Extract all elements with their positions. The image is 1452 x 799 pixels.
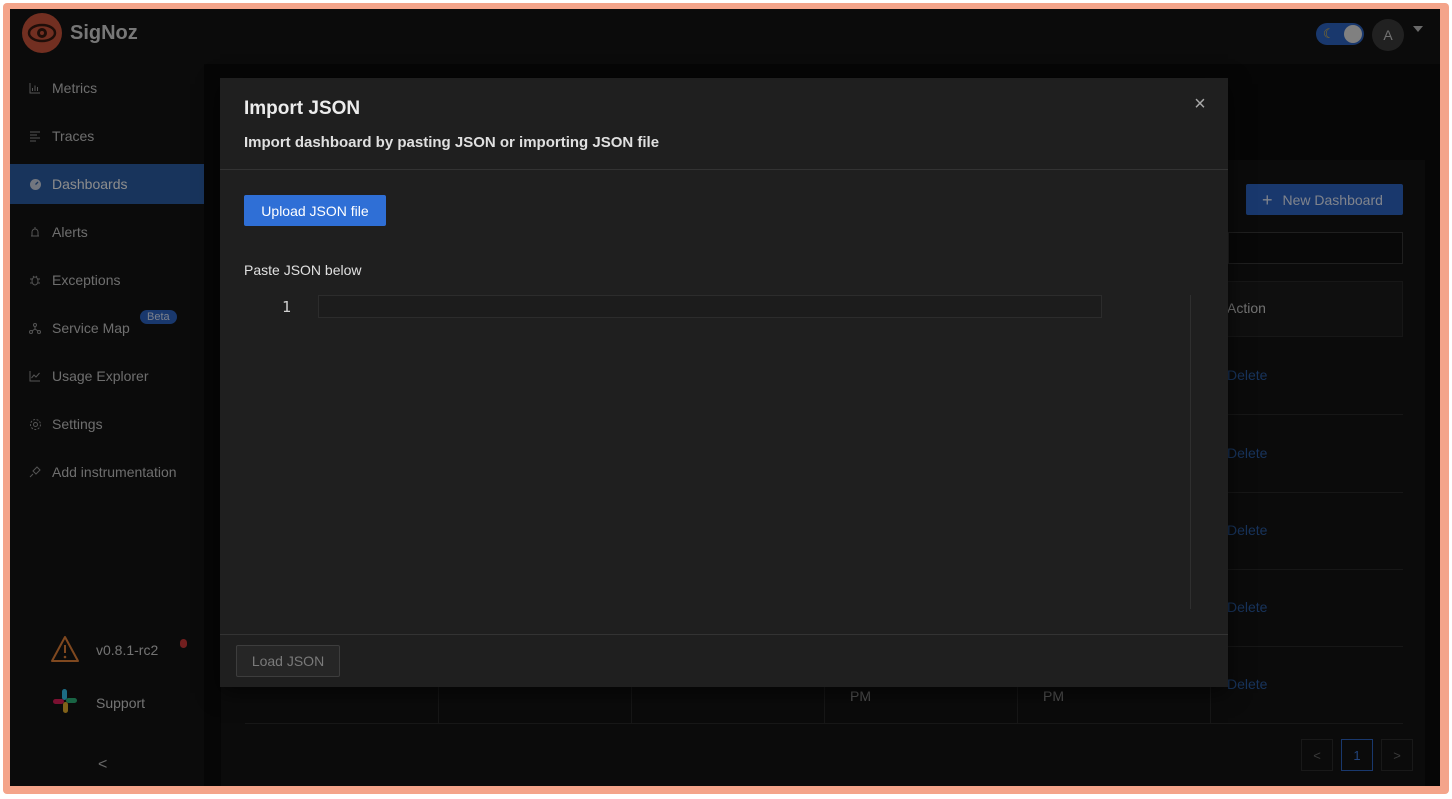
upload-json-button[interactable]: Upload JSON file [244,195,386,226]
paste-json-label: Paste JSON below [244,262,362,278]
modal-title: Import JSON [244,98,361,119]
modal-subtitle: Import dashboard by pasting JSON or impo… [244,134,660,151]
app-window: SigNoz ☾ A Metrics Traces Dashboards Ale… [10,9,1440,786]
editor-scrollbar[interactable] [1190,295,1191,609]
header-divider [220,169,1228,170]
close-icon[interactable]: × [1190,93,1210,115]
import-json-modal: Import JSON Import dashboard by pasting … [220,78,1228,687]
current-line-highlight [318,295,1102,318]
footer-divider [220,634,1228,635]
json-editor[interactable]: 1 [244,295,1191,609]
load-json-button[interactable]: Load JSON [236,645,340,677]
line-number: 1 [282,298,292,316]
